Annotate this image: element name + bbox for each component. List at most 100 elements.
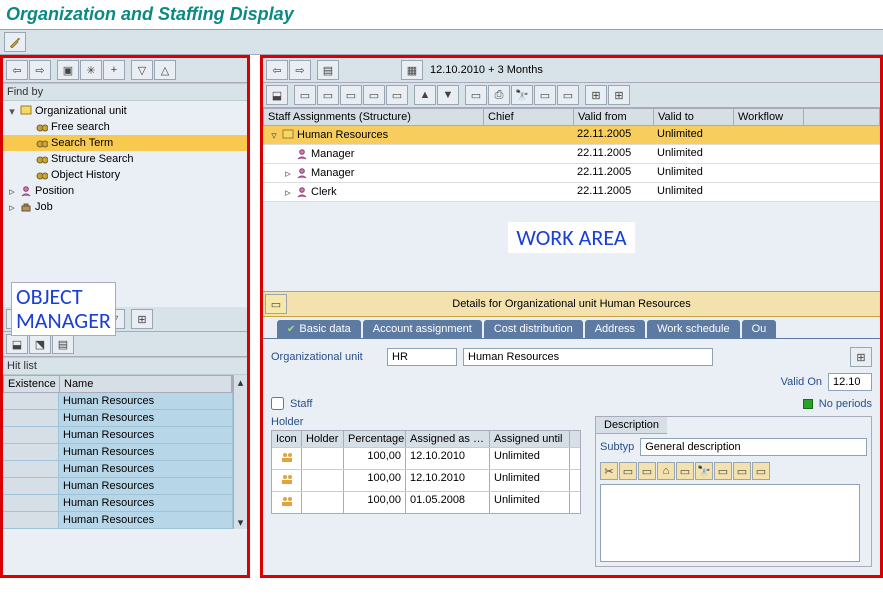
t11-icon[interactable]: ⊞ [608, 85, 630, 105]
back-icon[interactable]: ⇦ [6, 60, 28, 80]
holder-row[interactable]: 100,0012.10.2010Unlimited [272, 447, 580, 469]
hitlist-row[interactable]: Human Resources [3, 427, 233, 444]
description-tab[interactable]: Description [596, 417, 667, 434]
org-unit-icon [19, 104, 33, 118]
down-icon[interactable]: ▼ [437, 85, 459, 105]
subtyp-field[interactable] [640, 438, 867, 456]
col-validto[interactable]: Valid to [654, 109, 734, 125]
tree-item[interactable]: Search Term [3, 135, 247, 151]
find-by-tree[interactable]: ▾Organizational unitFree searchSearch Te… [3, 101, 247, 217]
scrollbar[interactable]: ▴ ▾ [233, 375, 247, 529]
calendar-icon[interactable]: ▦ [401, 60, 423, 80]
wand-icon[interactable] [4, 32, 26, 52]
holder-row[interactable]: 100,0012.10.2010Unlimited [272, 469, 580, 491]
hier-icon[interactable]: ⬓ [6, 334, 28, 354]
org-help-icon[interactable]: ⊞ [850, 347, 872, 367]
hier2-icon[interactable]: ⬔ [29, 334, 51, 354]
d2-icon[interactable]: ▭ [619, 462, 637, 480]
tree-item-label: Structure Search [51, 153, 134, 165]
col-pct[interactable]: Percentage [344, 431, 406, 447]
col-holder[interactable]: Holder [302, 431, 344, 447]
tree-item[interactable]: Object History [3, 167, 247, 183]
col-until[interactable]: Assigned until [490, 431, 570, 447]
tree-item[interactable]: ▹Position [3, 183, 247, 199]
d9-icon[interactable]: ▭ [752, 462, 770, 480]
tab-basic-data[interactable]: Basic data [277, 320, 361, 338]
object-manager-panel: ⇦ ⇨ ▣ ✳ + ▽ △ Find by ▾Organizational un… [0, 55, 250, 578]
d5-icon[interactable]: ▭ [676, 462, 694, 480]
org-name-field[interactable] [463, 348, 713, 366]
assignment-row[interactable]: ▿Human Resources22.11.2005Unlimited [263, 126, 880, 145]
layout-icon[interactable]: ⊞ [131, 309, 153, 329]
tab-work-schedule[interactable]: Work schedule [647, 320, 740, 338]
hitlist-row[interactable]: Human Resources [3, 444, 233, 461]
t8-icon[interactable]: ▭ [534, 85, 556, 105]
t2-icon[interactable]: ▭ [294, 85, 316, 105]
up-icon[interactable]: ▲ [414, 85, 436, 105]
tree-item[interactable]: ▹Job [3, 199, 247, 215]
assignments-body[interactable]: ▿Human Resources22.11.2005UnlimitedManag… [263, 126, 880, 202]
tab-cost-distribution[interactable]: Cost distribution [484, 320, 583, 338]
d6-icon[interactable]: 🔭 [695, 462, 713, 480]
t7-icon[interactable]: ▭ [465, 85, 487, 105]
forward-icon[interactable]: ⇨ [289, 60, 311, 80]
assignment-row[interactable]: ▹Manager22.11.2005Unlimited [263, 164, 880, 183]
tab-ou[interactable]: Ou [742, 320, 777, 338]
t9-icon[interactable]: ▭ [557, 85, 579, 105]
assignment-row[interactable]: Manager22.11.2005Unlimited [263, 145, 880, 164]
description-textarea[interactable] [600, 484, 860, 562]
col-name[interactable]: Name [60, 376, 232, 392]
tab-account-assignment[interactable]: Account assignment [363, 320, 482, 338]
star-icon[interactable]: ✳ [80, 60, 102, 80]
holder-row[interactable]: 100,0001.05.2008Unlimited [272, 491, 580, 513]
hitlist-row[interactable]: Human Resources [3, 393, 233, 410]
details-toggle-icon[interactable]: ▭ [265, 294, 287, 314]
col-icon[interactable]: Icon [272, 431, 302, 447]
period-label: 12.10.2010 + 3 Months [424, 64, 549, 76]
col-workflow[interactable]: Workflow [734, 109, 804, 125]
org-code-field[interactable] [387, 348, 457, 366]
tree-item[interactable]: Free search [3, 119, 247, 135]
t4-icon[interactable]: ▭ [340, 85, 362, 105]
hitlist-body[interactable]: Human ResourcesHuman ResourcesHuman Reso… [3, 393, 233, 529]
t6-icon[interactable]: ▭ [386, 85, 408, 105]
binoculars-icon[interactable]: 🔭 [511, 85, 533, 105]
staff-checkbox[interactable] [271, 397, 284, 410]
holder-icon [272, 470, 302, 491]
layout-icon[interactable]: ▤ [317, 60, 339, 80]
tree-item[interactable]: ▾Organizational unit [3, 103, 247, 119]
forward-icon[interactable]: ⇨ [29, 60, 51, 80]
d3-icon[interactable]: ▭ [638, 462, 656, 480]
t1-icon[interactable]: ⬓ [266, 85, 288, 105]
expand-icon[interactable]: ▣ [57, 60, 79, 80]
plus-icon[interactable]: + [103, 60, 125, 80]
doc-icon[interactable]: ▤ [52, 334, 74, 354]
col-staff[interactable]: Staff Assignments (Structure) [264, 109, 484, 125]
back-icon[interactable]: ⇦ [266, 60, 288, 80]
scroll-down-icon[interactable]: ▾ [234, 515, 248, 529]
col-existence[interactable]: Existence [4, 376, 60, 392]
scroll-up-icon[interactable]: ▴ [234, 375, 248, 389]
tree-item[interactable]: Structure Search [3, 151, 247, 167]
d1-icon[interactable]: ✂ [600, 462, 618, 480]
valid-on-field[interactable] [828, 373, 872, 391]
d8-icon[interactable]: ▭ [733, 462, 751, 480]
col-validfrom[interactable]: Valid from [574, 109, 654, 125]
t3-icon[interactable]: ▭ [317, 85, 339, 105]
t5-icon[interactable]: ▭ [363, 85, 385, 105]
hitlist-row[interactable]: Human Resources [3, 512, 233, 529]
t10-icon[interactable]: ⊞ [585, 85, 607, 105]
col-chief[interactable]: Chief [484, 109, 574, 125]
collapse-all-icon[interactable]: ▽ [131, 60, 153, 80]
hitlist-row[interactable]: Human Resources [3, 410, 233, 427]
hitlist-row[interactable]: Human Resources [3, 495, 233, 512]
print2-icon[interactable]: ⎙ [488, 85, 510, 105]
d7-icon[interactable]: ▭ [714, 462, 732, 480]
assignment-row[interactable]: ▹Clerk22.11.2005Unlimited [263, 183, 880, 202]
col-from[interactable]: Assigned as … [406, 431, 490, 447]
hitlist-row[interactable]: Human Resources [3, 478, 233, 495]
d4-icon[interactable]: ⌂ [657, 462, 675, 480]
tab-address[interactable]: Address [585, 320, 645, 338]
expand-all-icon[interactable]: △ [154, 60, 176, 80]
hitlist-row[interactable]: Human Resources [3, 461, 233, 478]
